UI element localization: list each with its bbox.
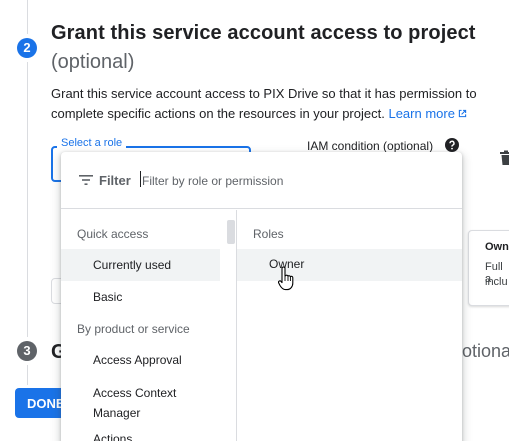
external-link-icon (458, 109, 467, 118)
role-card-line-2: inclu (485, 276, 508, 288)
filter-icon (79, 175, 93, 185)
learn-more-link[interactable]: Learn more (388, 106, 467, 121)
trash-icon[interactable] (499, 150, 509, 166)
step-connector-mid (27, 62, 28, 337)
menu-item-access-approval[interactable]: Access Approval (61, 344, 220, 376)
step-3-optional: otiona (462, 341, 509, 361)
step-2-optional: (optional) (51, 51, 135, 73)
filter-row: Filter (61, 152, 462, 209)
menu-item-currently-used[interactable]: Currently used (61, 249, 220, 281)
by-product-header: By product or service (77, 322, 190, 336)
filter-label: Filter (99, 173, 131, 188)
filter-input[interactable] (142, 171, 422, 191)
left-column-scrollbar[interactable] (227, 220, 235, 244)
step-3-badge: 3 (17, 341, 37, 361)
iam-condition-label: IAM condition (optional) (307, 139, 434, 153)
text-caret (140, 171, 141, 187)
step-2-badge: 2 (17, 38, 37, 58)
learn-more-label: Learn more (388, 106, 455, 121)
quick-access-header: Quick access (77, 227, 149, 241)
menu-item-access-context-manager[interactable]: Access Context Manager (61, 376, 220, 420)
step-2-description: Grant this service account access to PIX… (51, 84, 491, 124)
step-connector-bottom (27, 365, 28, 385)
role-card-title: Own (485, 241, 509, 253)
menu-item-actions[interactable]: Actions (61, 428, 220, 441)
roles-header: Roles (253, 227, 284, 241)
help-icon[interactable] (445, 138, 459, 152)
menu-item-basic[interactable]: Basic (61, 281, 220, 313)
step-2-title: Grant this service account access to pro… (51, 22, 476, 44)
step-connector-top (27, 0, 28, 34)
role-dropdown: Filter Quick access Currently used Basic… (61, 152, 462, 441)
role-item-owner[interactable]: Owner (237, 249, 462, 281)
column-divider (236, 210, 237, 441)
hand-cursor-icon (278, 266, 294, 291)
select-role-label: Select a role (57, 137, 127, 149)
